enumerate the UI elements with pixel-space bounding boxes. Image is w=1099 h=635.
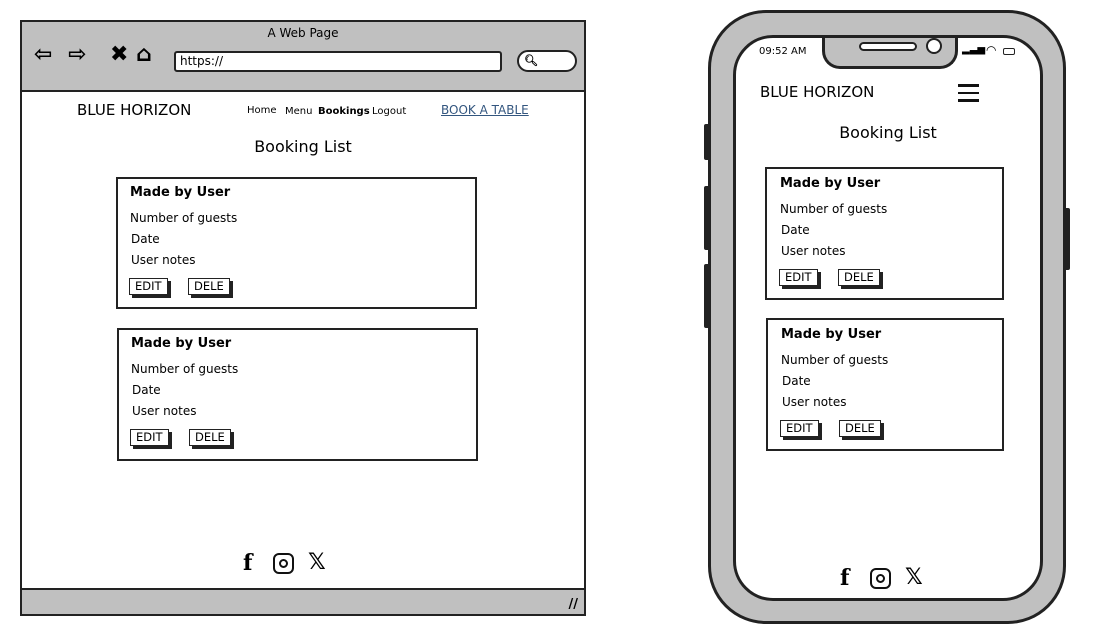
delete-button[interactable]: DELE [838, 269, 880, 286]
booking-card: Made by User Number of guests Date User … [116, 177, 477, 309]
wifi-icon: ◠ [986, 43, 997, 57]
edit-button[interactable]: EDIT [129, 278, 168, 295]
status-time: 09:52 AM [759, 46, 807, 57]
booking-notes: User notes [131, 253, 196, 267]
signal-icon: ▂▃▅ [962, 44, 986, 55]
browser-toolbar: A Web Page ⇦ ⇨ ✖ ⌂ https:// 🔍︎ [22, 22, 584, 92]
browser-status-bar: // [22, 588, 584, 614]
mobile-phone-frame: 09:52 AM ▂▃▅ ◠ BLUE HORIZON Booking List… [708, 10, 1066, 624]
nav-logout[interactable]: Logout [372, 106, 406, 117]
instagram-icon[interactable] [870, 568, 891, 589]
page-title: Booking List [254, 137, 352, 156]
booking-card: Made by User Number of guests Date User … [765, 167, 1004, 300]
facebook-icon[interactable]: f [243, 550, 252, 576]
nav-menu[interactable]: Menu [285, 106, 312, 117]
booking-title: Made by User [131, 336, 232, 351]
booking-title: Made by User [781, 327, 882, 342]
booking-guests: Number of guests [780, 202, 888, 216]
search-button[interactable]: 🔍︎ [517, 50, 577, 72]
facebook-icon[interactable]: f [840, 565, 849, 591]
close-icon[interactable]: ✖ [110, 42, 128, 67]
edit-button[interactable]: EDIT [780, 420, 819, 437]
booking-card: Made by User Number of guests Date User … [766, 318, 1004, 451]
page-title: Booking List [839, 123, 937, 142]
brand-logo: BLUE HORIZON [760, 83, 875, 101]
speaker-icon [859, 42, 917, 51]
nav-home[interactable]: Home [247, 105, 277, 116]
forward-arrow-icon[interactable]: ⇨ [68, 42, 86, 67]
edit-button[interactable]: EDIT [779, 269, 818, 286]
delete-button[interactable]: DELE [839, 420, 881, 437]
brand-logo: BLUE HORIZON [77, 101, 192, 119]
booking-card: Made by User Number of guests Date User … [117, 328, 478, 461]
booking-title: Made by User [780, 176, 881, 191]
edit-button[interactable]: EDIT [130, 429, 169, 446]
x-icon[interactable]: 𝕏 [905, 565, 923, 590]
booking-title: Made by User [130, 185, 231, 200]
delete-button[interactable]: DELE [188, 278, 230, 295]
back-arrow-icon[interactable]: ⇦ [34, 42, 52, 67]
phone-screen: 09:52 AM ▂▃▅ ◠ BLUE HORIZON Booking List… [733, 35, 1043, 601]
booking-guests: Number of guests [781, 353, 889, 367]
booking-date: Date [782, 374, 811, 388]
hamburger-menu-icon[interactable] [958, 84, 979, 102]
resize-grip-icon[interactable]: // [569, 597, 579, 612]
window-title: A Web Page [267, 26, 339, 40]
booking-guests: Number of guests [131, 362, 239, 376]
desktop-browser-frame: A Web Page ⇦ ⇨ ✖ ⌂ https:// 🔍︎ BLUE HORI… [20, 20, 586, 616]
booking-date: Date [781, 223, 810, 237]
booking-date: Date [132, 383, 161, 397]
nav-bookings[interactable]: Bookings [318, 106, 370, 117]
x-icon[interactable]: 𝕏 [308, 550, 326, 575]
battery-icon [1003, 48, 1015, 55]
booking-notes: User notes [782, 395, 847, 409]
book-table-link[interactable]: BOOK A TABLE [441, 103, 529, 117]
booking-notes: User notes [132, 404, 197, 418]
booking-date: Date [131, 232, 160, 246]
camera-icon [926, 38, 942, 54]
booking-notes: User notes [781, 244, 846, 258]
instagram-icon[interactable] [273, 553, 294, 574]
delete-button[interactable]: DELE [189, 429, 231, 446]
search-icon: 🔍︎ [524, 54, 538, 67]
home-icon[interactable]: ⌂ [136, 42, 152, 67]
url-input[interactable]: https:// [174, 51, 502, 72]
booking-guests: Number of guests [130, 211, 238, 225]
phone-notch [822, 38, 958, 69]
